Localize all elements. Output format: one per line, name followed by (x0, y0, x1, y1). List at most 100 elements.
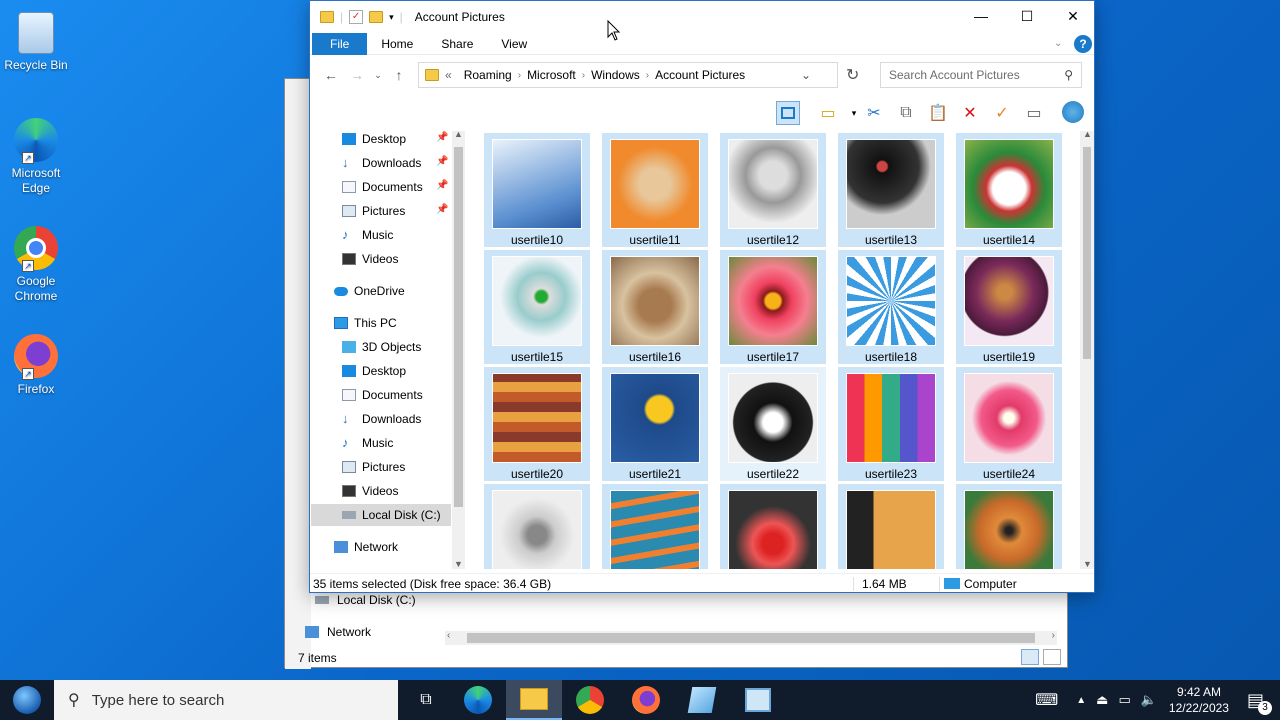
taskbar-app-settings[interactable] (730, 680, 786, 720)
start-button[interactable] (0, 680, 54, 720)
nav-scrollbar[interactable]: ▲ ▼ (452, 129, 465, 569)
breadcrumb-windows[interactable]: Windows (591, 68, 640, 82)
content-scroll-thumb[interactable] (1083, 147, 1091, 359)
nav-item-3d-objects[interactable]: 3D Objects (342, 336, 421, 358)
nav-item-pictures[interactable]: Pictures (342, 200, 405, 222)
qat-dropdown-icon[interactable]: ▾ (389, 12, 394, 23)
address-bar[interactable]: « Roaming › Microsoft › Windows › Account P… (418, 62, 838, 88)
nav-item-music-pc[interactable]: ♪ Music (342, 432, 393, 454)
file-tile[interactable]: usertile18 (838, 250, 944, 364)
nav-item-desktop-pc[interactable]: Desktop (342, 360, 406, 382)
desktop-icon-recycle-bin[interactable]: Recycle Bin (4, 8, 68, 73)
chevron-right-icon[interactable]: › (582, 70, 585, 81)
file-tile[interactable]: usertile12 (720, 133, 826, 247)
file-tile[interactable] (838, 484, 944, 569)
nav-item-pictures-pc[interactable]: Pictures (342, 456, 405, 478)
recent-locations-icon[interactable]: ⌄ (370, 70, 386, 81)
folder-icon[interactable] (320, 11, 334, 23)
action-center-button[interactable]: ▤ 3 (1247, 690, 1272, 715)
globe-icon[interactable] (1062, 101, 1084, 123)
forward-arrow-icon[interactable]: → (344, 67, 370, 83)
scroll-up-icon[interactable]: ▲ (1083, 129, 1092, 139)
tab-file[interactable]: File (312, 32, 368, 55)
breadcrumb-roaming[interactable]: Roaming (464, 68, 512, 82)
file-tile[interactable]: usertile16 (602, 250, 708, 364)
nav-item-documents[interactable]: Documents (342, 176, 423, 198)
file-tile[interactable]: usertile10 (484, 133, 590, 247)
content-scrollbar[interactable]: ▲ ▼ (1080, 129, 1094, 569)
file-tile[interactable] (720, 484, 826, 569)
delete-icon[interactable]: ✕ (958, 101, 982, 125)
scroll-up-icon[interactable]: ▲ (454, 129, 463, 139)
pin-icon[interactable]: 📌 (436, 156, 448, 167)
checkmark-icon[interactable]: ✓ (990, 101, 1014, 125)
preview-pane-icon[interactable] (776, 101, 800, 125)
scroll-left-icon[interactable]: ‹ (447, 630, 450, 641)
file-tile[interactable] (484, 484, 590, 569)
file-tile[interactable]: usertile14 (956, 133, 1062, 247)
file-tile[interactable] (956, 484, 1062, 569)
task-view-button[interactable]: ⧉ (398, 680, 454, 720)
keyboard-icon[interactable]: ⌨ (1035, 690, 1058, 710)
tab-share[interactable]: Share (427, 33, 487, 55)
taskbar-file-explorer[interactable] (506, 680, 562, 720)
up-arrow-icon[interactable]: ↑ (386, 67, 412, 83)
file-tile[interactable]: usertile23 (838, 367, 944, 481)
file-tile[interactable]: usertile24 (956, 367, 1062, 481)
new-folder-icon[interactable]: ▭ (816, 101, 840, 125)
scroll-thumb[interactable] (467, 633, 1035, 643)
file-tile[interactable]: usertile22 (720, 367, 826, 481)
file-tile[interactable]: usertile11 (602, 133, 708, 247)
maximize-button[interactable]: ☐ (1004, 1, 1050, 31)
nav-item-network[interactable]: Network (334, 536, 398, 558)
pin-icon[interactable]: 📌 (436, 204, 448, 215)
refresh-icon[interactable]: ↻ (846, 65, 859, 85)
back-arrow-icon[interactable]: ← (318, 67, 344, 83)
tab-home[interactable]: Home (367, 33, 427, 55)
nav-item-onedrive[interactable]: OneDrive (334, 280, 405, 302)
usb-icon[interactable]: ⏏ (1096, 692, 1108, 708)
clock[interactable]: 9:42 AM 12/22/2023 (1169, 684, 1229, 716)
nav-item-this-pc[interactable]: This PC (334, 312, 397, 334)
file-tile[interactable]: usertile17 (720, 250, 826, 364)
tab-view[interactable]: View (487, 33, 541, 55)
nav-item-desktop[interactable]: Desktop (342, 128, 406, 150)
back-nav-network[interactable]: Network (305, 625, 371, 639)
scroll-right-icon[interactable]: › (1052, 630, 1055, 641)
taskbar-app-notepad[interactable] (674, 680, 730, 720)
pin-icon[interactable]: 📌 (436, 180, 448, 191)
desktop-icon-firefox[interactable]: ↗ Firefox (4, 330, 68, 397)
file-tile[interactable]: usertile15 (484, 250, 590, 364)
nav-item-downloads[interactable]: ↓ Downloads (342, 152, 421, 174)
close-button[interactable]: ✕ (1050, 1, 1096, 31)
back-nav-local-disk[interactable]: Local Disk (C:) (315, 593, 416, 607)
back-horizontal-scrollbar[interactable]: ‹ › (445, 630, 1057, 645)
file-tile[interactable] (602, 484, 708, 569)
chevron-right-icon[interactable]: › (646, 70, 649, 81)
network-icon[interactable]: ▭ (1118, 692, 1130, 708)
cut-icon[interactable]: ✂ (862, 101, 886, 125)
volume-icon[interactable]: 🔈 (1141, 692, 1157, 708)
explorer-window[interactable]: | ✓ ▾ | Account Pictures — ☐ ✕ File Home… (309, 0, 1095, 593)
taskbar-chrome[interactable] (562, 680, 618, 720)
properties-icon[interactable]: ✓ (349, 10, 364, 24)
nav-item-documents-pc[interactable]: Documents (342, 384, 423, 406)
scroll-down-icon[interactable]: ▼ (454, 559, 463, 569)
nav-scroll-thumb[interactable] (454, 147, 463, 507)
nav-item-downloads-pc[interactable]: ↓ Downloads (342, 408, 421, 430)
nav-item-music[interactable]: ♪ Music (342, 224, 393, 246)
large-icons-view-icon[interactable] (1043, 649, 1061, 665)
file-tile[interactable]: usertile19 (956, 250, 1062, 364)
address-dropdown-icon[interactable]: ⌄ (801, 68, 811, 82)
minimize-button[interactable]: — (958, 1, 1004, 31)
breadcrumb-microsoft[interactable]: Microsoft (527, 68, 576, 82)
file-tile[interactable]: usertile21 (602, 367, 708, 481)
details-view-icon[interactable] (1021, 649, 1039, 665)
nav-item-videos-pc[interactable]: Videos (342, 480, 398, 502)
nav-item-videos[interactable]: Videos (342, 248, 398, 270)
help-icon[interactable]: ? (1074, 34, 1092, 53)
breadcrumb-overflow[interactable]: « (445, 68, 452, 82)
taskbar-firefox[interactable] (618, 680, 674, 720)
desktop-icon-chrome[interactable]: ↗ Google Chrome (4, 222, 68, 304)
search-input[interactable]: Search Account Pictures ⚲ (880, 62, 1082, 88)
